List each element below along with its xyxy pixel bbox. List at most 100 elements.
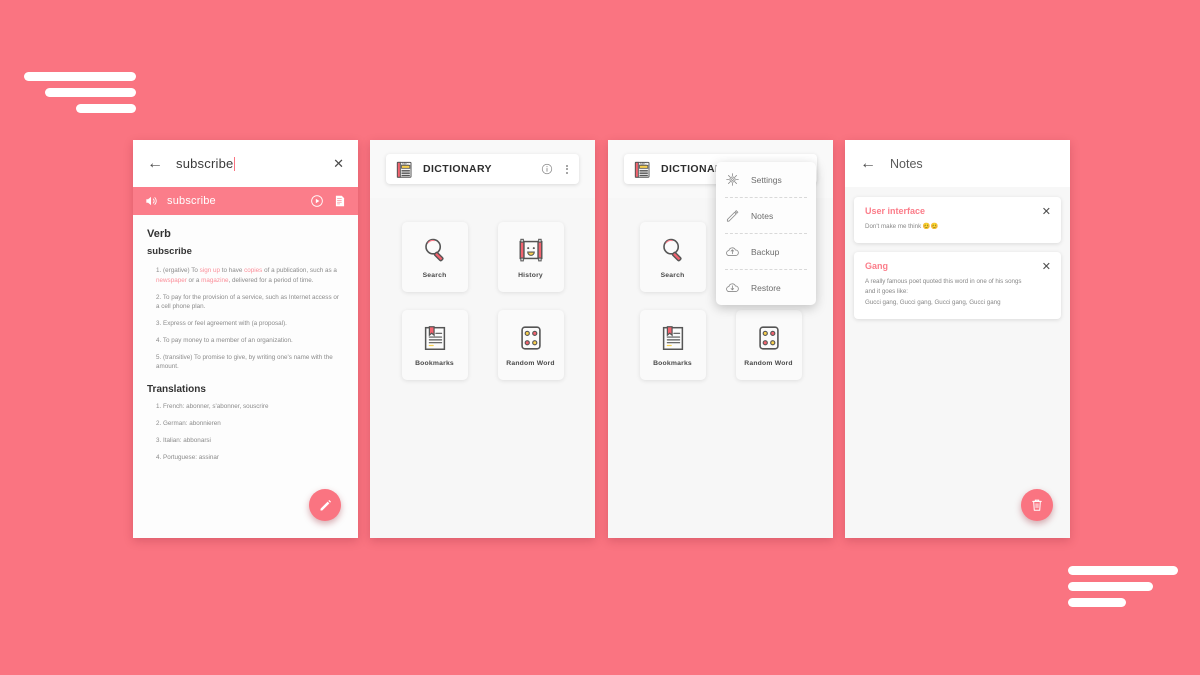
pencil-icon: [726, 210, 739, 222]
deco-bar: [76, 104, 136, 113]
note-title: Gang: [865, 261, 889, 272]
app-title-card: ABC DICTIONARY: [386, 154, 579, 184]
screen-notes: ← Notes User interface Don't make me thi…: [845, 140, 1070, 538]
back-arrow-icon[interactable]: ←: [860, 155, 876, 172]
definition-text: , delivered for a period of time.: [228, 276, 314, 284]
definition-text: To pay money to a member of an organizat…: [162, 336, 293, 344]
word-header-bar: subscribe: [133, 187, 358, 215]
definition-link[interactable]: magazine: [201, 277, 228, 284]
definition-text: To pay for the provision of a service, s…: [156, 293, 339, 311]
notes-list: User interface Don't make me think 😊😊 ✕ …: [845, 187, 1070, 338]
speaker-icon[interactable]: [144, 194, 158, 208]
tile-label: History: [518, 272, 543, 279]
tile-label: Search: [422, 272, 447, 279]
book-abc-label: ABC: [639, 161, 647, 165]
deco-bar: [1068, 598, 1126, 607]
app-title: DICTIONARY: [423, 163, 492, 175]
definition-item: 4. To pay money to a member of an organi…: [156, 336, 344, 346]
definition-number: 4.: [156, 336, 162, 344]
menu-item-label: Notes: [751, 210, 774, 221]
definition-link[interactable]: newspaper: [156, 277, 187, 284]
note-title: User interface: [865, 206, 926, 216]
definition-text: (ergative) To: [163, 267, 200, 274]
note-card[interactable]: User interface Don't make me think 😊😊 ✕: [854, 197, 1061, 244]
definition-number: 2.: [156, 293, 162, 301]
tile-label: Random Word: [744, 360, 793, 367]
gear-icon: [726, 173, 739, 186]
note-body: A really famous poet quoted this word in…: [865, 278, 1022, 306]
menu-item-label: Restore: [751, 282, 781, 293]
page-title: Notes: [890, 156, 923, 171]
tile-history[interactable]: History: [497, 222, 564, 292]
definition-item: 5. (transitive) To promise to give, by w…: [156, 353, 344, 373]
info-icon[interactable]: [541, 163, 553, 175]
back-arrow-icon[interactable]: ←: [147, 155, 163, 172]
edit-fab[interactable]: [309, 489, 341, 521]
menu-item-backup[interactable]: Backup: [716, 234, 816, 269]
note-body: Don't make me think 😊😊: [865, 223, 939, 230]
clear-search-icon[interactable]: ✕: [333, 156, 344, 172]
menu-item-label: Settings: [751, 174, 782, 185]
deco-bar: [45, 88, 136, 97]
home-tile-grid: Search History Bookmarks Random Word: [370, 198, 595, 380]
definition-number: 5.: [156, 353, 162, 361]
menu-item-notes[interactable]: Notes: [716, 198, 816, 233]
current-word: subscribe: [167, 195, 216, 207]
trash-icon: [1032, 499, 1042, 511]
delete-note-icon[interactable]: ✕: [1042, 260, 1051, 273]
notes-header: ← Notes: [845, 140, 1070, 187]
deco-bar: [1068, 582, 1153, 591]
delete-note-icon[interactable]: ✕: [1042, 205, 1051, 218]
tile-label: Bookmarks: [415, 360, 454, 367]
tile-search[interactable]: Search: [401, 222, 468, 292]
deco-bar: [24, 72, 136, 81]
more-vert-icon[interactable]: [562, 164, 570, 174]
menu-item-restore[interactable]: Restore: [716, 270, 816, 305]
cloud-upload-icon: [726, 247, 739, 256]
note-card[interactable]: Gang A really famous poet quoted this wo…: [854, 252, 1061, 319]
menu-item-settings[interactable]: Settings: [716, 162, 816, 197]
headword: subscribe: [147, 246, 192, 257]
bookmarked-page-icon: [424, 326, 445, 350]
definition-link[interactable]: sign up: [200, 267, 220, 274]
deco-bar: [1068, 566, 1178, 575]
decoration-top-left: [24, 72, 136, 113]
definition-link[interactable]: copies: [244, 267, 262, 274]
text-caret: [234, 157, 236, 171]
note-icon[interactable]: [333, 194, 347, 208]
home-header: ABC DICTIONARY: [370, 140, 595, 198]
definition-item: 3. Express or feel agreement with (a pro…: [156, 319, 344, 329]
tile-label: Bookmarks: [653, 360, 692, 367]
definition-number: 1.: [156, 267, 162, 274]
translation-item: 3. Italian: abbonarsi: [156, 437, 211, 444]
translation-item: 4. Portuguese: assinar: [156, 454, 220, 461]
tile-search[interactable]: Search: [639, 222, 706, 292]
dictionary-book-icon: ABC: [396, 161, 412, 178]
translation-item: 1. French: abonner, s'abonner, souscrire: [156, 403, 269, 410]
definition-text: to have: [219, 267, 245, 274]
search-input[interactable]: subscribe: [176, 156, 320, 171]
definition-text: of a publication, such as a: [262, 267, 337, 274]
dice-icon: [520, 326, 541, 350]
definition-item: 2. To pay for the provision of a service…: [156, 293, 344, 313]
definition-item: 1. (ergative) To sign up to have copies …: [156, 266, 344, 286]
overflow-menu: Settings Notes Backup Restore: [716, 162, 816, 305]
translation-item: 2. German: abonnieren: [156, 420, 221, 427]
dice-icon: [758, 326, 779, 350]
book-abc-label: ABC: [401, 161, 409, 165]
translations-list: 1. French: abonner, s'abonner, souscrire…: [147, 403, 344, 461]
definition-text: (transitive) To promise to give, by writ…: [156, 353, 333, 371]
definition-list: 1. (ergative) To sign up to have copies …: [147, 266, 344, 372]
tile-bookmarks[interactable]: Bookmarks: [401, 310, 468, 380]
tile-random-word[interactable]: Random Word: [497, 310, 564, 380]
cloud-download-icon: [726, 283, 739, 292]
tile-random-word[interactable]: Random Word: [735, 310, 802, 380]
tile-bookmarks[interactable]: Bookmarks: [639, 310, 706, 380]
definition-text: Express or feel agreement with (a propos…: [163, 320, 287, 327]
search-input-value: subscribe: [176, 156, 234, 171]
delete-fab[interactable]: [1021, 489, 1053, 521]
play-circle-icon[interactable]: [310, 194, 324, 208]
screen-definition: ← subscribe ✕ subscribe Verb subscribe 1…: [133, 140, 358, 538]
bookmarked-page-icon: [662, 326, 683, 350]
definition-number: 3.: [156, 320, 162, 327]
